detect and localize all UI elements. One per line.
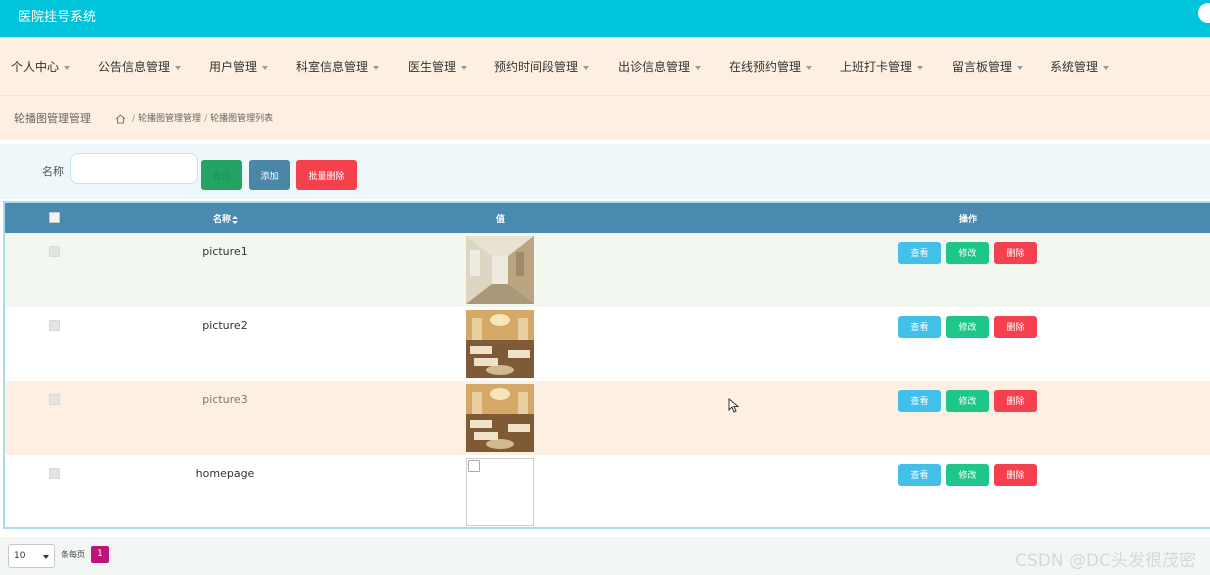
add-button[interactable]: 添加 [249,160,290,190]
delete-button[interactable]: 删除 [994,464,1037,486]
user-toggle-icon[interactable] [1198,3,1210,23]
row-name: picture1 [202,245,248,258]
nav-item-message-board[interactable]: 留言板管理 [952,58,1024,75]
nav-item-label: 留言板管理 [952,60,1013,74]
edit-button[interactable]: 修改 [946,390,989,412]
column-header-value: 值 [496,215,506,225]
breadcrumb-separator: / [204,114,208,124]
app-title: 医院挂号系统 [18,10,97,25]
table-row: picture1 查看 修改 删除 [5,233,1210,307]
batch-delete-button[interactable]: 批量删除 [296,160,357,190]
nav-item-time-slots[interactable]: 预约时间段管理 [494,58,590,75]
row-image-thumbnail[interactable] [466,384,534,452]
nav-item-system[interactable]: 系统管理 [1050,58,1110,75]
mouse-cursor-icon [728,398,739,413]
caret-down-icon [1103,65,1110,70]
nav-item-departments[interactable]: 科室信息管理 [296,58,380,75]
caret-down-icon [262,65,269,70]
caret-down-icon [461,65,468,70]
broken-image-icon[interactable] [466,458,534,526]
column-header-name-label: 名称 [213,215,232,225]
ward-image [466,310,534,378]
view-button[interactable]: 查看 [898,464,941,486]
nav-item-label: 系统管理 [1050,60,1099,74]
chevron-down-icon [43,555,49,559]
page-number-current[interactable]: 1 [91,546,109,563]
view-button[interactable]: 查看 [898,390,941,412]
select-all-checkbox[interactable] [49,212,60,223]
nav-item-users[interactable]: 用户管理 [209,58,269,75]
search-form: 名称 查询 添加 批量删除 [0,144,1210,199]
nav-item-label: 出诊信息管理 [618,60,691,74]
breadcrumb-bar: 轮播图管理管理 / 轮播图管理管理 / 轮播图管理列表 [0,96,1210,140]
caret-down-icon [64,65,71,70]
nav-item-label: 用户管理 [209,60,258,74]
main-nav: 个人中心 公告信息管理 用户管理 科室信息管理 医生管理 预约时间段管理 出诊信… [0,37,1210,96]
nav-item-notice[interactable]: 公告信息管理 [98,58,182,75]
row-name: picture3 [202,393,248,406]
edit-button[interactable]: 修改 [946,316,989,338]
breadcrumb: / 轮播图管理管理 / 轮播图管理列表 [115,111,273,124]
pagination: 10 条每页 1 CSDN @DC头发很茂密 [0,537,1210,575]
delete-button[interactable]: 删除 [994,390,1037,412]
row-image-thumbnail[interactable] [466,236,534,304]
delete-button[interactable]: 删除 [994,242,1037,264]
page-size-select[interactable]: 10 [8,544,55,568]
table-row: picture2 查看 修改 删除 [5,307,1210,381]
view-button[interactable]: 查看 [898,242,941,264]
caret-down-icon [583,65,590,70]
search-input[interactable] [70,153,198,184]
caret-down-icon [373,65,380,70]
table-header: 名称 值 操作 [5,203,1210,233]
column-header-name[interactable]: 名称 [213,212,239,225]
column-header-actions: 操作 [959,215,978,225]
row-name: picture2 [202,319,248,332]
edit-button[interactable]: 修改 [946,242,989,264]
caret-down-icon [1017,65,1024,70]
broken-image-glyph [468,460,480,472]
sort-icon[interactable] [232,215,239,224]
watermark: CSDN @DC头发很茂密 [1015,551,1196,571]
row-checkbox[interactable] [49,468,60,479]
table-row: homepage 查看 修改 删除 [5,455,1210,527]
view-button[interactable]: 查看 [898,316,941,338]
top-bar: 医院挂号系统 [0,0,1210,37]
nav-item-label: 个人中心 [11,60,60,74]
nav-item-doctors[interactable]: 医生管理 [408,58,468,75]
home-icon[interactable] [115,113,126,124]
caret-down-icon [917,65,924,70]
row-checkbox[interactable] [49,394,60,405]
data-table: 名称 值 操作 picture1 查看 修改 删除 picture2 查看 修改… [3,201,1210,529]
nav-item-clinic-info[interactable]: 出诊信息管理 [618,58,702,75]
caret-down-icon [695,65,702,70]
edit-button[interactable]: 修改 [946,464,989,486]
nav-item-label: 在线预约管理 [729,60,802,74]
row-image-thumbnail[interactable] [466,310,534,378]
page-size-value: 10 [14,551,26,561]
breadcrumb-separator: / [132,114,136,124]
nav-item-label: 预约时间段管理 [494,60,579,74]
row-name: homepage [195,467,255,480]
ward-image [466,384,534,452]
nav-item-label: 科室信息管理 [296,60,369,74]
search-label: 名称 [42,165,64,178]
nav-item-label: 上班打卡管理 [840,60,913,74]
nav-item-personal-center[interactable]: 个人中心 [11,58,71,75]
nav-item-check-in[interactable]: 上班打卡管理 [840,58,924,75]
breadcrumb-item[interactable]: 轮播图管理管理 [138,114,201,124]
table-row: picture3 查看 修改 删除 [5,381,1210,455]
row-checkbox[interactable] [49,320,60,331]
caret-down-icon [806,65,813,70]
breadcrumb-item: 轮播图管理列表 [210,114,274,124]
nav-item-label: 医生管理 [408,60,457,74]
caret-down-icon [175,65,182,70]
nav-item-label: 公告信息管理 [98,60,171,74]
page-title: 轮播图管理管理 [14,112,91,125]
query-button[interactable]: 查询 [201,160,242,190]
nav-item-online-booking[interactable]: 在线预约管理 [729,58,813,75]
corridor-image [466,236,534,304]
row-checkbox[interactable] [49,246,60,257]
delete-button[interactable]: 删除 [994,316,1037,338]
per-page-label: 条每页 [61,550,85,559]
